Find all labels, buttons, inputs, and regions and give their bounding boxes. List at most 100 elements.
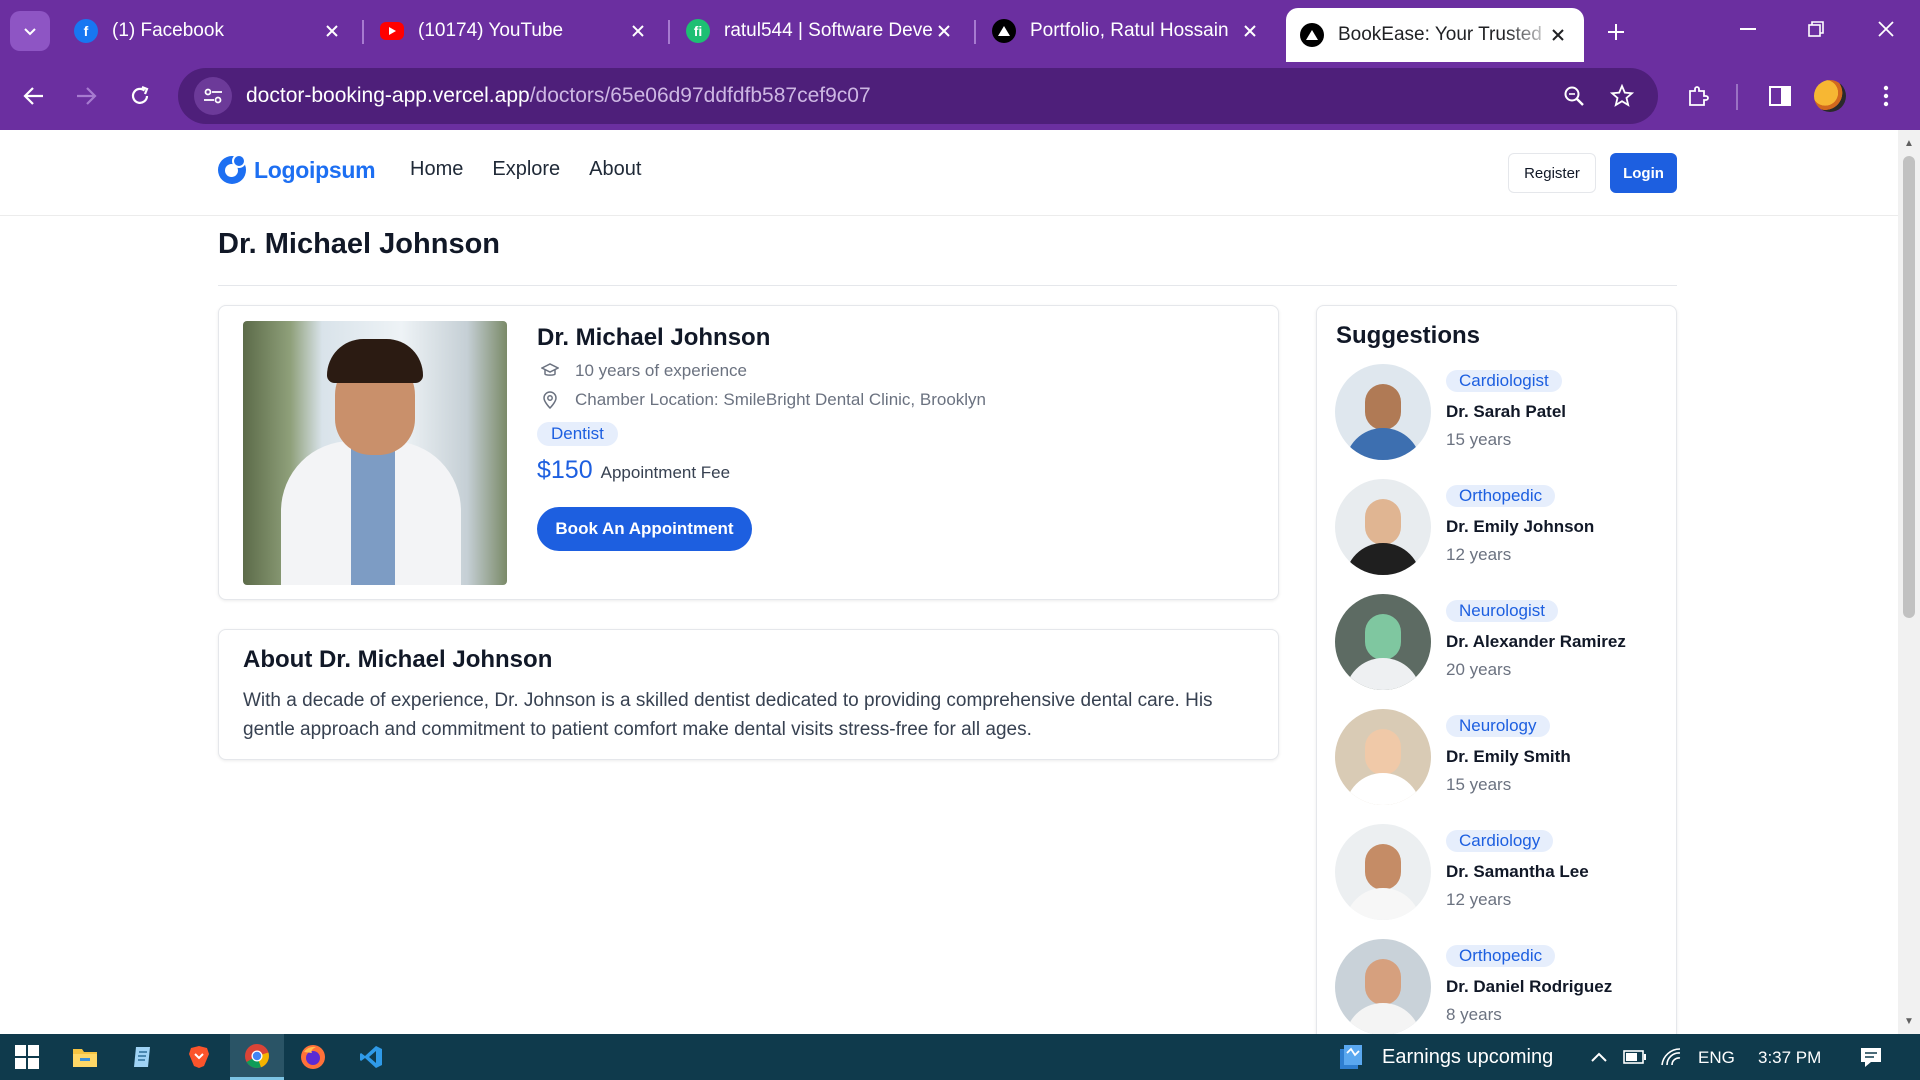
reload-icon <box>131 85 149 104</box>
suggestion-item[interactable]: Neurologist Dr. Alexander Ramirez 20 yea… <box>1335 594 1665 694</box>
site-logo[interactable]: Logoipsum <box>218 154 376 184</box>
tab-bookease[interactable]: BookEase: Your Trusted D <box>1286 8 1584 62</box>
nav-about[interactable]: About <box>589 158 641 181</box>
experience-text: 10 years of experience <box>575 361 747 380</box>
close-icon[interactable] <box>1238 19 1262 43</box>
profile-avatar[interactable] <box>1814 80 1846 112</box>
suggestion-specialty: Orthopedic <box>1446 945 1556 967</box>
logo-icon <box>218 154 246 184</box>
notification-center-icon[interactable] <box>1858 1044 1884 1070</box>
login-button[interactable]: Login <box>1610 153 1677 193</box>
vscode-icon <box>360 1046 382 1068</box>
new-tab-button[interactable] <box>1598 14 1634 50</box>
suggestions-title: Suggestions <box>1336 322 1481 349</box>
tab-fiverr[interactable]: fi ratul544 | Software Devel <box>672 8 970 54</box>
fee-amount: $150 <box>537 456 593 484</box>
nav-explore[interactable]: Explore <box>492 158 560 181</box>
tab-youtube[interactable]: (10174) YouTube <box>366 8 664 54</box>
title-divider <box>218 285 1677 286</box>
nav-home[interactable]: Home <box>410 158 463 181</box>
clock[interactable]: 3:37 PM <box>1758 1048 1821 1068</box>
notepad-button[interactable] <box>116 1034 170 1080</box>
book-appointment-button[interactable]: Book An Appointment <box>537 507 752 551</box>
restore-icon <box>1808 21 1824 37</box>
more-menu-icon[interactable] <box>1866 76 1906 116</box>
fee-label: Appointment Fee <box>600 463 731 482</box>
avatar <box>1335 479 1431 575</box>
brave-icon <box>189 1046 209 1068</box>
page-scrollbar[interactable]: ▲ ▼ <box>1898 130 1920 1034</box>
language-indicator[interactable]: ENG <box>1698 1048 1735 1068</box>
register-button[interactable]: Register <box>1508 153 1596 193</box>
tab-facebook[interactable]: f (1) Facebook <box>60 8 358 54</box>
suggestion-item[interactable]: Orthopedic Dr. Daniel Rodriguez 8 years <box>1335 939 1665 1034</box>
battery-icon[interactable] <box>1622 1044 1648 1070</box>
avatar <box>1335 939 1431 1034</box>
toolbar-divider <box>1736 84 1738 110</box>
url-text: doctor-booking-app.vercel.app/doctors/65… <box>246 84 871 108</box>
bookmark-star-icon[interactable] <box>1602 76 1642 116</box>
suggestion-years: 8 years <box>1446 1005 1502 1024</box>
vscode-button[interactable] <box>344 1034 398 1080</box>
minimize-icon <box>1740 28 1756 30</box>
location-text: Chamber Location: SmileBright Dental Cli… <box>575 390 987 409</box>
extensions-icon[interactable] <box>1678 76 1718 116</box>
windows-start-button[interactable] <box>0 1034 54 1080</box>
suggestion-years: 12 years <box>1446 890 1512 909</box>
restore-button[interactable] <box>1788 6 1844 52</box>
tab-search-button[interactable] <box>10 11 50 51</box>
scroll-down-arrow-icon[interactable]: ▼ <box>1898 1010 1920 1032</box>
arrow-left-icon <box>23 87 43 105</box>
chevron-up-icon[interactable] <box>1586 1044 1612 1070</box>
suggestion-item[interactable]: Cardiologist Dr. Sarah Patel 15 years <box>1335 364 1665 464</box>
side-panel-icon[interactable] <box>1760 76 1800 116</box>
fee-row: $150 Appointment Fee <box>537 456 730 485</box>
arrow-right-icon <box>77 87 97 105</box>
suggestion-specialty: Orthopedic <box>1446 485 1556 507</box>
scroll-up-arrow-icon[interactable]: ▲ <box>1898 132 1920 154</box>
avatar <box>1335 709 1431 805</box>
plus-icon <box>1608 24 1624 40</box>
minimize-button[interactable] <box>1720 6 1776 52</box>
close-icon <box>1878 21 1894 37</box>
about-text: With a decade of experience, Dr. Johnson… <box>243 690 1213 740</box>
tab-separator <box>668 20 670 44</box>
suggestion-specialty: Cardiologist <box>1446 370 1562 392</box>
close-icon[interactable] <box>1546 23 1570 47</box>
chrome-button[interactable] <box>230 1034 284 1080</box>
site-settings-icon[interactable] <box>194 77 232 115</box>
url-host: doctor-booking-app.vercel.app <box>246 84 530 107</box>
windows-taskbar: Earnings upcoming ENG 3:37 PM <box>0 1034 1920 1080</box>
tab-portfolio[interactable]: Portfolio, Ratul Hossain <box>978 8 1276 54</box>
tab-title: (1) Facebook <box>112 20 224 41</box>
logo-text: Logoipsum <box>254 156 376 183</box>
zoom-icon[interactable] <box>1554 76 1594 116</box>
address-bar[interactable]: doctor-booking-app.vercel.app/doctors/65… <box>178 68 1658 124</box>
suggestion-item[interactable]: Orthopedic Dr. Emily Johnson 12 years <box>1335 479 1665 579</box>
main-nav: Home Explore About <box>410 158 641 181</box>
forward-button[interactable] <box>66 76 106 116</box>
suggestion-item[interactable]: Neurology Dr. Emily Smith 15 years <box>1335 709 1665 809</box>
avatar <box>1335 824 1431 920</box>
browser-toolbar: doctor-booking-app.vercel.app/doctors/65… <box>0 62 1920 130</box>
tab-title: ratul544 | Software Devel <box>724 20 932 41</box>
brave-button[interactable] <box>172 1034 226 1080</box>
vercel-icon <box>992 19 1016 43</box>
close-window-button[interactable] <box>1858 6 1914 52</box>
suggestion-item[interactable]: Cardiology Dr. Samantha Lee 12 years <box>1335 824 1665 924</box>
firefox-button[interactable] <box>286 1034 340 1080</box>
suggestion-name: Dr. Emily Johnson <box>1446 517 1595 536</box>
news-widget-text[interactable]: Earnings upcoming <box>1382 1046 1553 1069</box>
close-icon[interactable] <box>626 19 650 43</box>
graduation-cap-icon <box>541 363 559 376</box>
suggestion-name: Dr. Alexander Ramirez <box>1446 632 1626 651</box>
reload-button[interactable] <box>120 76 160 116</box>
close-icon[interactable] <box>320 19 344 43</box>
close-icon[interactable] <box>932 19 956 43</box>
scrollbar-thumb[interactable] <box>1903 156 1915 618</box>
wifi-icon[interactable] <box>1658 1044 1684 1070</box>
tab-separator <box>362 20 364 44</box>
file-explorer-button[interactable] <box>58 1034 112 1080</box>
news-widget-icon[interactable] <box>1338 1044 1364 1070</box>
back-button[interactable] <box>14 76 54 116</box>
